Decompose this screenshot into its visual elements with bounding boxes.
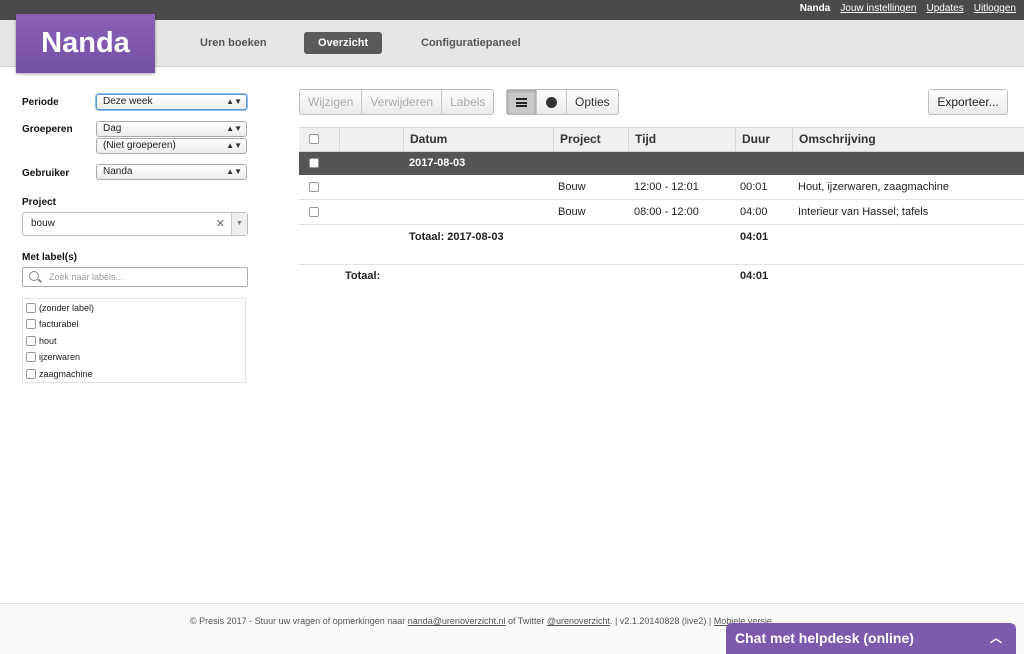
periode-select[interactable]: Deze week ▲▼ xyxy=(96,94,247,110)
chart-view-button[interactable] xyxy=(537,90,567,114)
label-text: hout xyxy=(39,336,57,346)
row-project: Bouw xyxy=(558,181,586,193)
opties-button[interactable]: Opties xyxy=(567,90,618,114)
project-label: Project xyxy=(22,197,56,208)
label-text: ijzerwaren xyxy=(39,352,81,362)
row-omschrijving: Interieur van Hassel; tafels xyxy=(798,206,929,218)
subtotal-row: Totaal: 2017-08-03 04:01 xyxy=(299,225,1024,265)
labels-search-input[interactable] xyxy=(49,270,239,284)
label-item[interactable]: zaagmachine xyxy=(26,369,93,379)
select-arrows-icon: ▲▼ xyxy=(226,97,242,106)
labels-search[interactable] xyxy=(22,267,248,287)
nav-configuratiepaneel[interactable]: Configuratiepaneel xyxy=(421,32,521,54)
top-links: Nanda Jouw instellingen Updates Uitlogge… xyxy=(800,3,1016,14)
label-text: (zonder label) xyxy=(39,303,95,313)
column-datum[interactable]: Datum xyxy=(403,128,447,151)
label-item[interactable]: facturabel xyxy=(26,319,79,329)
chat-widget[interactable]: Chat met helpdesk (online) ︿ xyxy=(726,623,1016,654)
table-row[interactable]: Bouw 08:00 - 12:00 04:00 Interieur van H… xyxy=(299,200,1024,225)
updates-link[interactable]: Updates xyxy=(926,3,963,14)
table-header: Datum Project Tijd Duur Omschrijving xyxy=(299,127,1024,152)
select-arrows-icon: ▲▼ xyxy=(226,141,242,150)
footer-email-link[interactable]: nanda@urenoverzicht.nl xyxy=(408,616,506,626)
nav-uren-boeken[interactable]: Uren boeken xyxy=(200,32,267,54)
row-duur: 04:00 xyxy=(740,206,768,218)
footer-text-2: of Twitter xyxy=(507,616,545,626)
label-item[interactable]: ijzerwaren xyxy=(26,352,80,362)
labels-list: (zonder label) facturabel hout ijzerware… xyxy=(22,298,246,383)
groeperen-value-2: (Niet groeperen) xyxy=(103,140,176,151)
dropdown-arrow-icon[interactable]: ▼ xyxy=(231,213,247,235)
select-all-checkbox[interactable] xyxy=(309,134,319,144)
verwijderen-button[interactable]: Verwijderen xyxy=(362,90,443,114)
table-row[interactable]: Bouw 12:00 - 12:01 00:01 Hout, ijzerware… xyxy=(299,175,1024,200)
column-blank xyxy=(339,128,403,151)
checkbox[interactable] xyxy=(26,303,36,313)
view-button-group: Opties xyxy=(506,89,619,115)
clear-icon[interactable]: ✕ xyxy=(216,213,225,235)
logo[interactable]: Nanda xyxy=(16,14,155,73)
nav-overzicht[interactable]: Overzicht xyxy=(304,32,383,54)
group-date: 2017-08-03 xyxy=(409,157,466,169)
footer-text: © Presis 2017 - Stuur uw vragen of opmer… xyxy=(190,616,772,626)
edit-button-group: Wijzigen Verwijderen Labels xyxy=(299,89,495,115)
group-row: 2017-08-03 xyxy=(299,152,1024,175)
row-project: Bouw xyxy=(558,206,586,218)
groeperen-select-1[interactable]: Dag ▲▼ xyxy=(96,121,247,137)
column-project[interactable]: Project xyxy=(553,128,601,151)
pie-chart-icon xyxy=(546,97,557,108)
periode-value: Deze week xyxy=(103,96,153,107)
search-icon xyxy=(29,271,39,281)
checkbox[interactable] xyxy=(26,369,36,379)
periode-label: Periode xyxy=(22,97,59,108)
subtotal-label: Totaal: 2017-08-03 xyxy=(409,231,504,243)
label-item[interactable]: (zonder label) xyxy=(26,303,94,313)
project-value: bouw xyxy=(31,218,55,229)
total-row: Totaal: 04:01 xyxy=(299,264,1024,289)
row-tijd: 08:00 - 12:00 xyxy=(634,206,699,218)
current-user: Nanda xyxy=(799,3,831,14)
project-combobox[interactable]: bouw ✕ ▼ xyxy=(22,212,248,236)
subtotal-value: 04:01 xyxy=(740,231,769,243)
list-view-button[interactable] xyxy=(507,90,537,114)
wijzigen-button[interactable]: Wijzigen xyxy=(300,90,363,114)
checkbox[interactable] xyxy=(26,352,36,362)
labels-button[interactable]: Labels xyxy=(442,90,493,114)
settings-link[interactable]: Jouw instellingen xyxy=(840,3,916,14)
row-omschrijving: Hout, ijzerwaren, zaagmachine xyxy=(798,181,950,193)
total-value: 04:01 xyxy=(740,270,769,282)
chat-label: Chat met helpdesk (online) xyxy=(735,630,914,646)
select-arrows-icon: ▲▼ xyxy=(226,167,242,176)
column-tijd[interactable]: Tijd xyxy=(628,128,656,151)
checkbox[interactable] xyxy=(26,336,36,346)
logout-link[interactable]: Uitloggen xyxy=(974,3,1016,14)
column-omschrijving[interactable]: Omschrijving xyxy=(792,128,876,151)
exporteer-button[interactable]: Exporteer... xyxy=(928,89,1008,115)
label-text: zaagmachine xyxy=(39,369,93,379)
row-tijd: 12:00 - 12:01 xyxy=(634,181,699,193)
footer-text-1: © Presis 2017 - Stuur uw vragen of opmer… xyxy=(190,616,406,626)
label-text: facturabel xyxy=(39,319,79,329)
select-arrows-icon: ▲▼ xyxy=(226,124,242,133)
gebruiker-value: Nanda xyxy=(103,166,133,177)
label-item[interactable]: hout xyxy=(26,336,57,346)
groeperen-value-1: Dag xyxy=(103,123,122,134)
footer-text-3: . | v2.1.20140828 (live2) | xyxy=(610,616,712,626)
gebruiker-select[interactable]: Nanda ▲▼ xyxy=(96,164,247,180)
row-checkbox[interactable] xyxy=(309,182,319,192)
groeperen-select-2[interactable]: (Niet groeperen) ▲▼ xyxy=(96,138,247,154)
gebruiker-label: Gebruiker xyxy=(22,168,70,179)
row-duur: 00:01 xyxy=(740,181,768,193)
groeperen-label: Groeperen xyxy=(22,124,73,135)
group-checkbox[interactable] xyxy=(309,158,319,168)
labels-label: Met label(s) xyxy=(22,252,78,263)
chevron-up-icon[interactable]: ︿ xyxy=(990,623,1002,654)
row-checkbox[interactable] xyxy=(309,207,319,217)
column-duur[interactable]: Duur xyxy=(735,128,770,151)
checkbox[interactable] xyxy=(26,319,36,329)
total-label: Totaal: xyxy=(345,270,381,282)
list-icon xyxy=(516,98,527,107)
footer-twitter-link[interactable]: @urenoverzicht xyxy=(547,616,610,626)
